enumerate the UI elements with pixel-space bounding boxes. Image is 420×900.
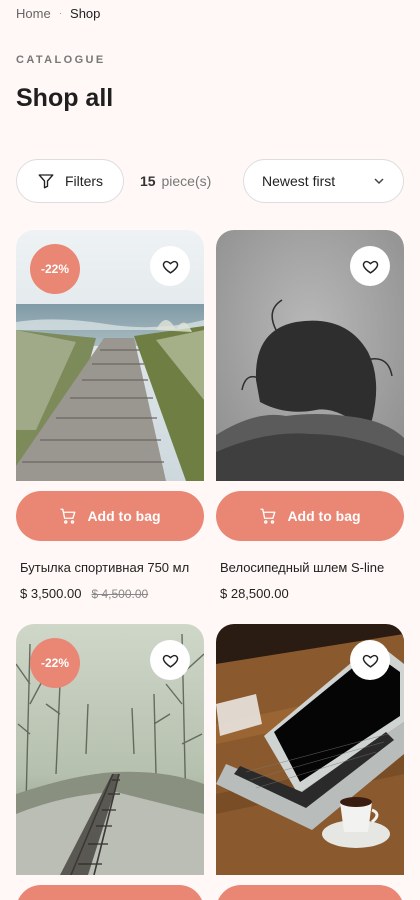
heart-icon xyxy=(162,654,178,668)
product-card[interactable]: -22% xyxy=(16,624,204,900)
add-to-bag-label: Add to bag xyxy=(87,508,161,524)
product-price: $ 3,500.00 xyxy=(20,586,82,601)
result-count-value: 15 xyxy=(140,173,156,189)
price-row: $ 3,500.00 $ 4,500.00 xyxy=(20,586,148,601)
product-card[interactable]: -22% Add to bag Бутылка спортивная 750 м… xyxy=(16,230,204,610)
result-count: 15 piece(s) xyxy=(140,173,211,189)
heart-icon xyxy=(162,260,178,274)
product-image[interactable] xyxy=(216,230,404,481)
favorite-button[interactable] xyxy=(150,246,190,286)
cart-icon xyxy=(260,508,276,524)
chevron-down-icon xyxy=(374,178,384,185)
filters-label: Filters xyxy=(64,173,104,189)
price-row: $ 28,500.00 xyxy=(220,586,289,601)
filter-icon xyxy=(38,174,54,189)
favorite-button[interactable] xyxy=(150,640,190,680)
add-to-bag-button[interactable]: Add to bag xyxy=(216,491,404,541)
add-to-bag-label: Add to bag xyxy=(287,508,361,524)
add-to-bag-button[interactable]: Add to bag xyxy=(16,491,204,541)
favorite-button[interactable] xyxy=(350,640,390,680)
breadcrumb: Home · Shop xyxy=(16,6,100,21)
breadcrumb-separator: · xyxy=(58,8,63,19)
heart-icon xyxy=(362,260,378,274)
add-to-bag-button[interactable] xyxy=(16,885,204,900)
product-image[interactable]: -22% xyxy=(16,230,204,481)
product-name[interactable]: Велосипедный шлем S-line xyxy=(220,560,384,575)
heart-icon xyxy=(362,654,378,668)
toolbar: Filters 15 piece(s) Newest first xyxy=(16,159,404,203)
product-image[interactable]: -22% xyxy=(16,624,204,875)
cart-icon xyxy=(60,508,76,524)
discount-badge: -22% xyxy=(30,638,80,688)
section-eyebrow: CATALOGUE xyxy=(16,54,106,66)
product-old-price: $ 4,500.00 xyxy=(91,587,149,601)
filters-button[interactable]: Filters xyxy=(16,159,124,203)
product-name[interactable]: Бутылка спортивная 750 мл xyxy=(20,560,189,575)
result-count-unit: piece(s) xyxy=(161,173,212,189)
discount-badge: -22% xyxy=(30,244,80,294)
product-price: $ 28,500.00 xyxy=(220,586,289,601)
breadcrumb-home-link[interactable]: Home xyxy=(16,6,51,21)
add-to-bag-button[interactable] xyxy=(216,885,404,900)
sort-select[interactable]: Newest first xyxy=(243,159,404,203)
breadcrumb-current: Shop xyxy=(70,6,101,21)
product-card[interactable]: Add to bag Велосипедный шлем S-line $ 28… xyxy=(216,230,404,610)
sort-selected-label: Newest first xyxy=(262,173,336,189)
product-image[interactable] xyxy=(216,624,404,875)
product-card[interactable] xyxy=(216,624,404,900)
favorite-button[interactable] xyxy=(350,246,390,286)
page-title: Shop all xyxy=(16,84,114,112)
